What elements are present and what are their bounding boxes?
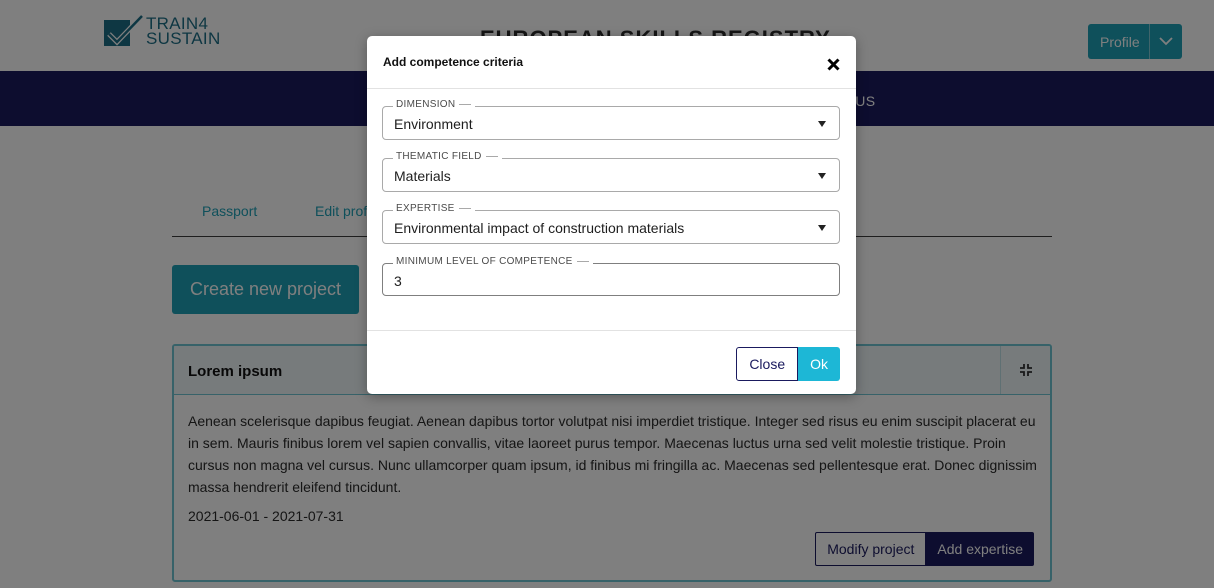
dimension-select[interactable]: DIMENSION Environment [382,99,840,140]
caret-down-icon [813,167,831,185]
competence-criteria-modal: Add competence criteria DIMENSION Enviro… [367,36,856,394]
minimum-level-input[interactable]: MINIMUM LEVEL OF COMPETENCE 3 [382,256,840,296]
minimum-level-value: 3 [394,273,402,289]
ok-button[interactable]: Ok [798,347,840,381]
modal-title: Add competence criteria [383,55,524,69]
caret-down-icon [813,219,831,237]
expertise-select[interactable]: EXPERTISE Environmental impact of constr… [382,203,840,244]
dimension-value: Environment [394,116,473,132]
minimum-level-label: MINIMUM LEVEL OF COMPETENCE [393,256,593,268]
thematic-field-value: Materials [394,168,451,184]
expertise-value: Environmental impact of construction mat… [394,220,685,236]
close-icon[interactable] [822,53,844,75]
modal-header: Add competence criteria [367,36,856,89]
dimension-label: DIMENSION [393,99,476,111]
thematic-field-label: THEMATIC FIELD [393,151,502,163]
thematic-field-select[interactable]: THEMATIC FIELD Materials [382,151,840,192]
modal-actions: Close Ok [736,347,840,381]
caret-down-icon [813,115,831,133]
modal-footer: Close Ok [367,330,856,394]
close-button[interactable]: Close [736,347,799,381]
expertise-label: EXPERTISE [393,203,475,215]
